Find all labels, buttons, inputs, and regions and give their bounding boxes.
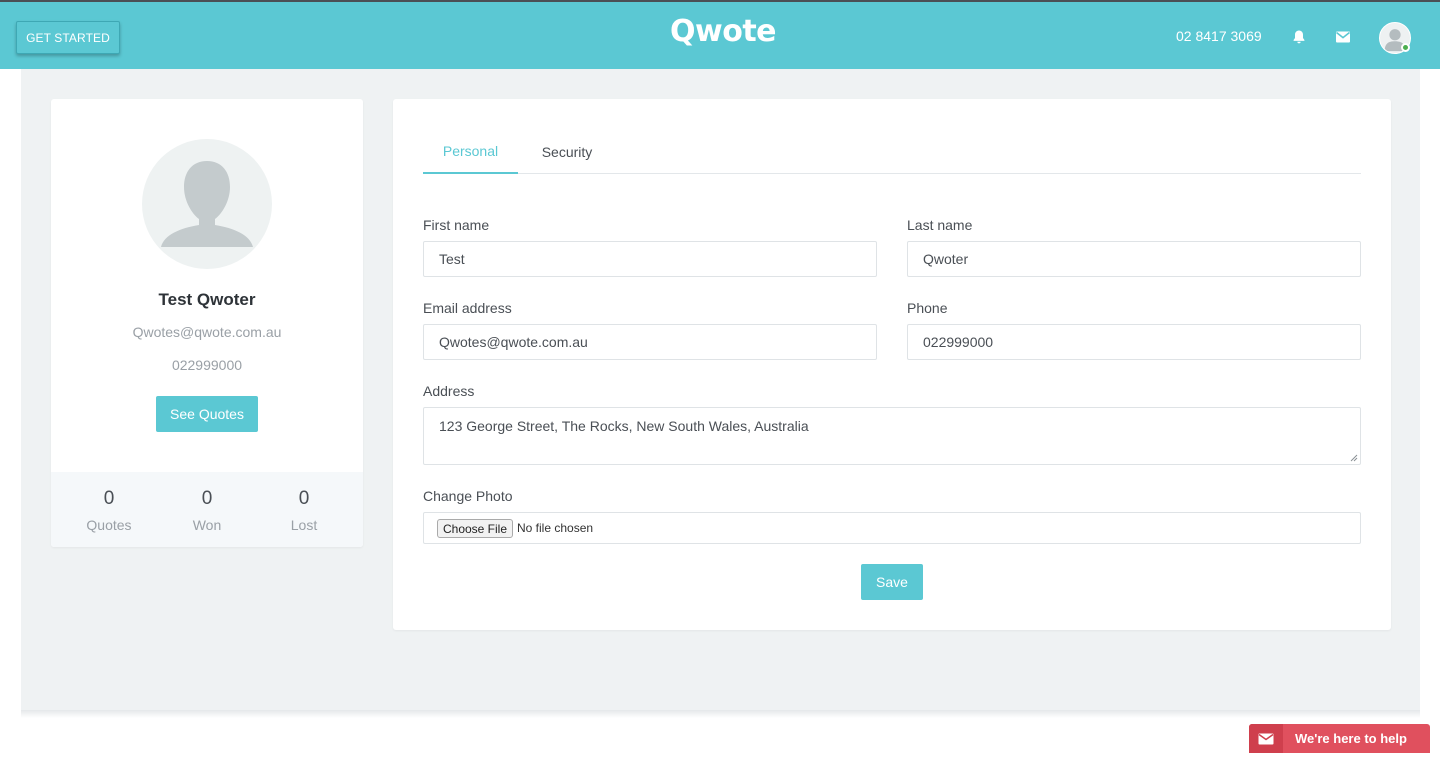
stat-lost: 0 Lost (252, 472, 356, 533)
help-mail-icon (1249, 724, 1283, 753)
stat-value: 0 (201, 488, 213, 509)
save-button[interactable]: Save (861, 564, 923, 600)
see-quotes-button[interactable]: See Quotes (156, 396, 258, 432)
quote-stats: 0 Quotes 0 Won 0 Lost (51, 472, 363, 547)
phone-label: Phone (907, 300, 948, 316)
address-label: Address (423, 383, 475, 399)
tab-personal[interactable]: Personal (423, 129, 518, 174)
header-phone-number[interactable]: 02 8417 3069 (1176, 28, 1262, 44)
stat-label: Won (192, 517, 222, 533)
profile-name: Test Qwoter (158, 290, 256, 309)
profile-summary-card: Test Qwoter Qwotes@qwote.com.au 02299900… (51, 99, 363, 547)
footer-shadow (21, 710, 1420, 718)
profile-email: Qwotes@qwote.com.au (132, 324, 282, 340)
first-name-input[interactable]: Test (423, 241, 877, 277)
profile-form-card: Personal Security First name Test Last n… (393, 99, 1391, 630)
last-name-input[interactable]: Qwoter (907, 241, 1361, 277)
qwote-logo[interactable]: Qwote (670, 14, 777, 50)
top-navbar: GET STARTED Qwote 02 8417 3069 (0, 0, 1440, 69)
help-chat-widget[interactable]: We're here to help (1249, 724, 1430, 753)
file-status-text: No file chosen (517, 521, 594, 535)
online-status-indicator (1401, 43, 1410, 52)
phone-input[interactable]: 022999000 (907, 324, 1361, 360)
photo-file-input[interactable]: Choose File No file chosen (423, 512, 1361, 544)
stat-quotes: 0 Quotes (57, 472, 161, 533)
mail-icon[interactable] (1335, 30, 1351, 44)
stat-value: 0 (103, 488, 115, 509)
stat-won: 0 Won (155, 472, 259, 533)
stat-value: 0 (298, 488, 310, 509)
profile-tabs: Personal Security (423, 129, 1361, 174)
last-name-label: Last name (907, 217, 973, 233)
stat-label: Lost (290, 517, 318, 533)
get-started-button[interactable]: GET STARTED (16, 21, 120, 54)
profile-phone: 022999000 (171, 357, 243, 373)
tab-security[interactable]: Security (518, 129, 616, 174)
change-photo-label: Change Photo (423, 488, 513, 504)
help-widget-label: We're here to help (1295, 731, 1407, 746)
profile-avatar (142, 139, 272, 269)
address-textarea[interactable]: 123 George Street, The Rocks, New South … (423, 407, 1361, 465)
stat-label: Quotes (86, 517, 132, 533)
first-name-label: First name (423, 217, 490, 233)
resize-handle-icon[interactable] (1350, 454, 1358, 462)
address-value: 123 George Street, The Rocks, New South … (439, 418, 809, 434)
choose-file-button[interactable]: Choose File (437, 519, 513, 538)
email-label: Email address (423, 300, 512, 316)
email-input[interactable]: Qwotes@qwote.com.au (423, 324, 877, 360)
bell-icon[interactable] (1291, 29, 1307, 45)
